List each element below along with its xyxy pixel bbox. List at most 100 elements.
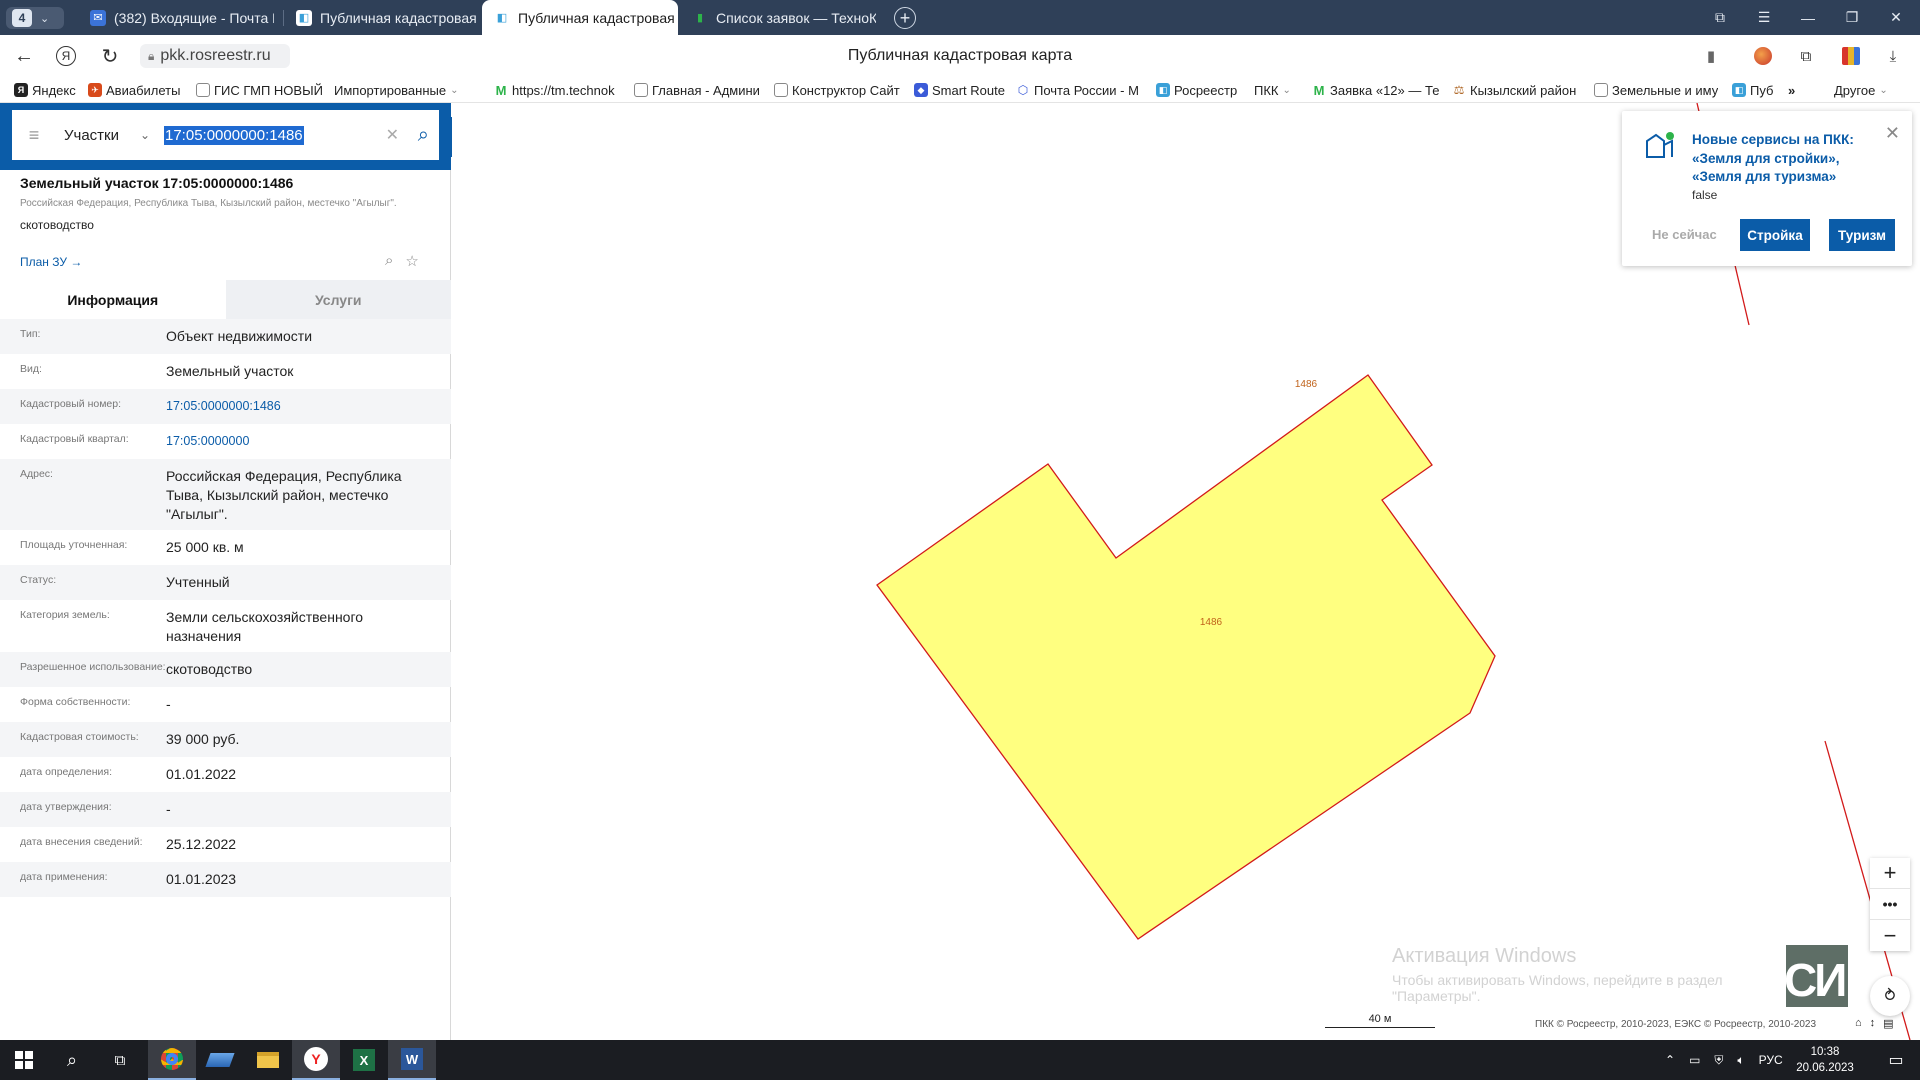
bookmark-other[interactable]: Другое ⌄ <box>1834 80 1888 100</box>
property-key: Кадастровая стоимость: <box>20 731 139 743</box>
bookmark-manager-icon[interactable]: ⧉ <box>1698 0 1742 35</box>
yandex-browser-icon[interactable]: Y <box>292 1040 340 1080</box>
menu-icon[interactable]: ≡ <box>12 125 56 146</box>
close-window-button[interactable]: ✕ <box>1874 0 1918 35</box>
bookmark-yandex[interactable]: Я Яндекс <box>14 80 76 100</box>
notifications-icon[interactable]: ▭ <box>1872 1040 1920 1080</box>
parcel-label: 1486 <box>1295 379 1318 390</box>
clock-time: 10:38 <box>1810 1046 1840 1058</box>
language-indicator[interactable]: РУС <box>1759 1053 1783 1067</box>
bookmark-zemelnye[interactable]: Земельные и иму <box>1594 80 1718 100</box>
tab-pkk-active[interactable]: ◧ Публичная кадастровая ✕ <box>482 0 678 35</box>
tab-pkk-1[interactable]: ◧ Публичная кадастровая к <box>284 0 480 35</box>
info-tabs: Информация Услуги <box>0 280 451 319</box>
zoom-to-object-icon[interactable]: ⌕ <box>385 252 393 270</box>
bookmark-admin[interactable]: Главная - Админи <box>634 80 762 100</box>
tab-technok[interactable]: ▮ Список заявок — ТехноКа <box>680 0 876 35</box>
address-bar: Публичная кадастровая карта ← Я ↻ 🔒︎ pkk… <box>0 35 1920 77</box>
bookmark-pochta[interactable]: ⬡ Почта России - М <box>1016 80 1144 100</box>
popup-subtext: false <box>1692 188 1718 202</box>
new-tab-button[interactable]: + <box>894 7 916 29</box>
bookmark-kyzyl[interactable]: ⚖ Кызылский район <box>1452 80 1582 100</box>
collections-icon[interactable]: ⧉ <box>1795 45 1817 67</box>
bookmarks-overflow-icon[interactable]: » <box>1788 80 1795 100</box>
property-value-link[interactable]: 17:05:0000000:1486 <box>166 397 451 418</box>
bookmark-rosreestr[interactable]: ◧ Росреестр <box>1156 80 1237 100</box>
stroika-button[interactable]: Стройка <box>1740 219 1810 251</box>
properties-table: Тип: Объект недвижимости Вид: Земельный уча… <box>0 319 451 897</box>
bookmark-icon[interactable]: ▮ <box>1700 45 1722 67</box>
file-explorer-icon[interactable] <box>244 1040 292 1080</box>
bookmark-label: Пуб <box>1750 82 1774 98</box>
property-key: дата утверждения: <box>20 801 112 813</box>
parcel-polygon[interactable] <box>876 374 1496 940</box>
word-icon[interactable]: W <box>388 1040 436 1080</box>
chevron-down-icon: ⌄ <box>450 84 459 96</box>
back-arrow-icon[interactable]: ← <box>10 43 38 69</box>
property-value-link[interactable]: 17:05:0000000 <box>166 432 451 453</box>
tab-mail[interactable]: ✉ (382) Входящие - Почта М <box>78 0 274 35</box>
not-now-button[interactable]: Не сейчас <box>1652 227 1717 242</box>
basemap-switcher[interactable]: СИ <box>1786 945 1848 1007</box>
excel-icon[interactable]: X <box>340 1040 388 1080</box>
print-icon[interactable]: ▤ <box>1883 1017 1893 1030</box>
search-icon[interactable]: ⌕ <box>48 1040 96 1080</box>
search-type-select[interactable]: Участки ⌄ <box>56 127 156 144</box>
restore-button[interactable]: ❐ <box>1830 0 1874 35</box>
app-icon[interactable] <box>196 1040 244 1080</box>
tourism-button[interactable]: Туризм <box>1829 219 1895 251</box>
bookmark-imported[interactable]: Импортированные ⌄ <box>334 80 474 100</box>
property-key: Тип: <box>20 328 41 340</box>
bookmark-tm[interactable]: M https://tm.technok <box>494 80 618 100</box>
property-row: Адрес: Российская Федерация, Республика Т… <box>0 459 451 530</box>
property-value: 39 000 руб. <box>166 731 240 747</box>
object-header: Земельный участок 17:05:0000000:1486 Рос… <box>20 175 430 232</box>
clear-icon[interactable]: ✕ <box>386 125 399 145</box>
tab-information[interactable]: Информация <box>0 280 226 319</box>
arrows-icon[interactable]: ↕ <box>1870 1017 1876 1030</box>
bookmark-zayavka[interactable]: M Заявка «12» — Те <box>1312 80 1440 100</box>
chrome-icon[interactable] <box>148 1040 196 1080</box>
scale-line <box>1325 1027 1435 1030</box>
tab-services[interactable]: Услуги <box>225 280 451 319</box>
page-icon <box>774 83 788 97</box>
more-icon[interactable]: ••• <box>1870 889 1910 920</box>
compass-icon[interactable]: ⥁ <box>1870 976 1910 1016</box>
property-key: Разрешенное использование: <box>20 661 166 673</box>
tab-counter[interactable]: 4 ⌄ <box>6 7 64 29</box>
search-icon[interactable]: ⌕ <box>418 124 429 147</box>
bookmark-constructor[interactable]: Конструктор Сайт <box>774 80 902 100</box>
minimize-button[interactable]: — <box>1786 0 1830 35</box>
property-value: 25.12.2022 <box>166 836 237 852</box>
volume-icon[interactable]: 🔈︎ <box>1737 1053 1744 1068</box>
clock[interactable]: 10:38 20.06.2023 <box>1795 1044 1855 1076</box>
network-icon[interactable]: ▭ <box>1689 1053 1700 1067</box>
extension-grid-icon[interactable] <box>1840 45 1862 67</box>
yandex-icon[interactable]: Я <box>52 43 80 69</box>
bookmark-label: Росреестр <box>1174 82 1238 98</box>
bookmark-pkk-folder[interactable]: ПКК ⌄ <box>1254 80 1291 100</box>
bookmark-avia[interactable]: ✈ Авиабилеты <box>88 80 180 100</box>
tray-overflow-icon[interactable]: ⌃ <box>1665 1053 1675 1067</box>
url-field[interactable]: 🔒︎ pkk.rosreestr.ru <box>140 44 290 68</box>
bookmark-smart-route[interactable]: ◆ Smart Route <box>914 80 1005 100</box>
security-icon[interactable]: ⛨ <box>1714 1053 1723 1068</box>
zoom-out-button[interactable]: − <box>1870 920 1910 951</box>
url-text: pkk.rosreestr.ru <box>160 47 271 64</box>
bookmark-pub[interactable]: ◧ Пуб <box>1732 80 1782 100</box>
search-input[interactable]: 17:05:0000000:1486 <box>164 125 304 145</box>
menu-icon[interactable]: ☰ <box>1742 0 1786 35</box>
home-icon[interactable]: ⌂ <box>1855 1017 1862 1030</box>
extension-protect-icon[interactable] <box>1752 45 1774 67</box>
bookmark-label: Авиабилеты <box>106 82 181 98</box>
reload-icon[interactable]: ↻ <box>96 43 124 69</box>
plan-link[interactable]: План ЗУ → <box>20 255 82 269</box>
download-icon[interactable]: ⤓ <box>1882 45 1904 67</box>
task-view-icon[interactable]: ⧉ <box>96 1040 144 1080</box>
bookmark-label: Земельные и иму <box>1612 82 1718 98</box>
star-icon[interactable]: ☆ <box>405 252 418 270</box>
bookmark-gis[interactable]: ГИС ГМП НОВЫЙ <box>196 80 323 100</box>
close-icon[interactable]: ✕ <box>1885 123 1900 144</box>
windows-start-icon[interactable] <box>0 1040 48 1080</box>
zoom-in-button[interactable]: + <box>1870 858 1910 889</box>
